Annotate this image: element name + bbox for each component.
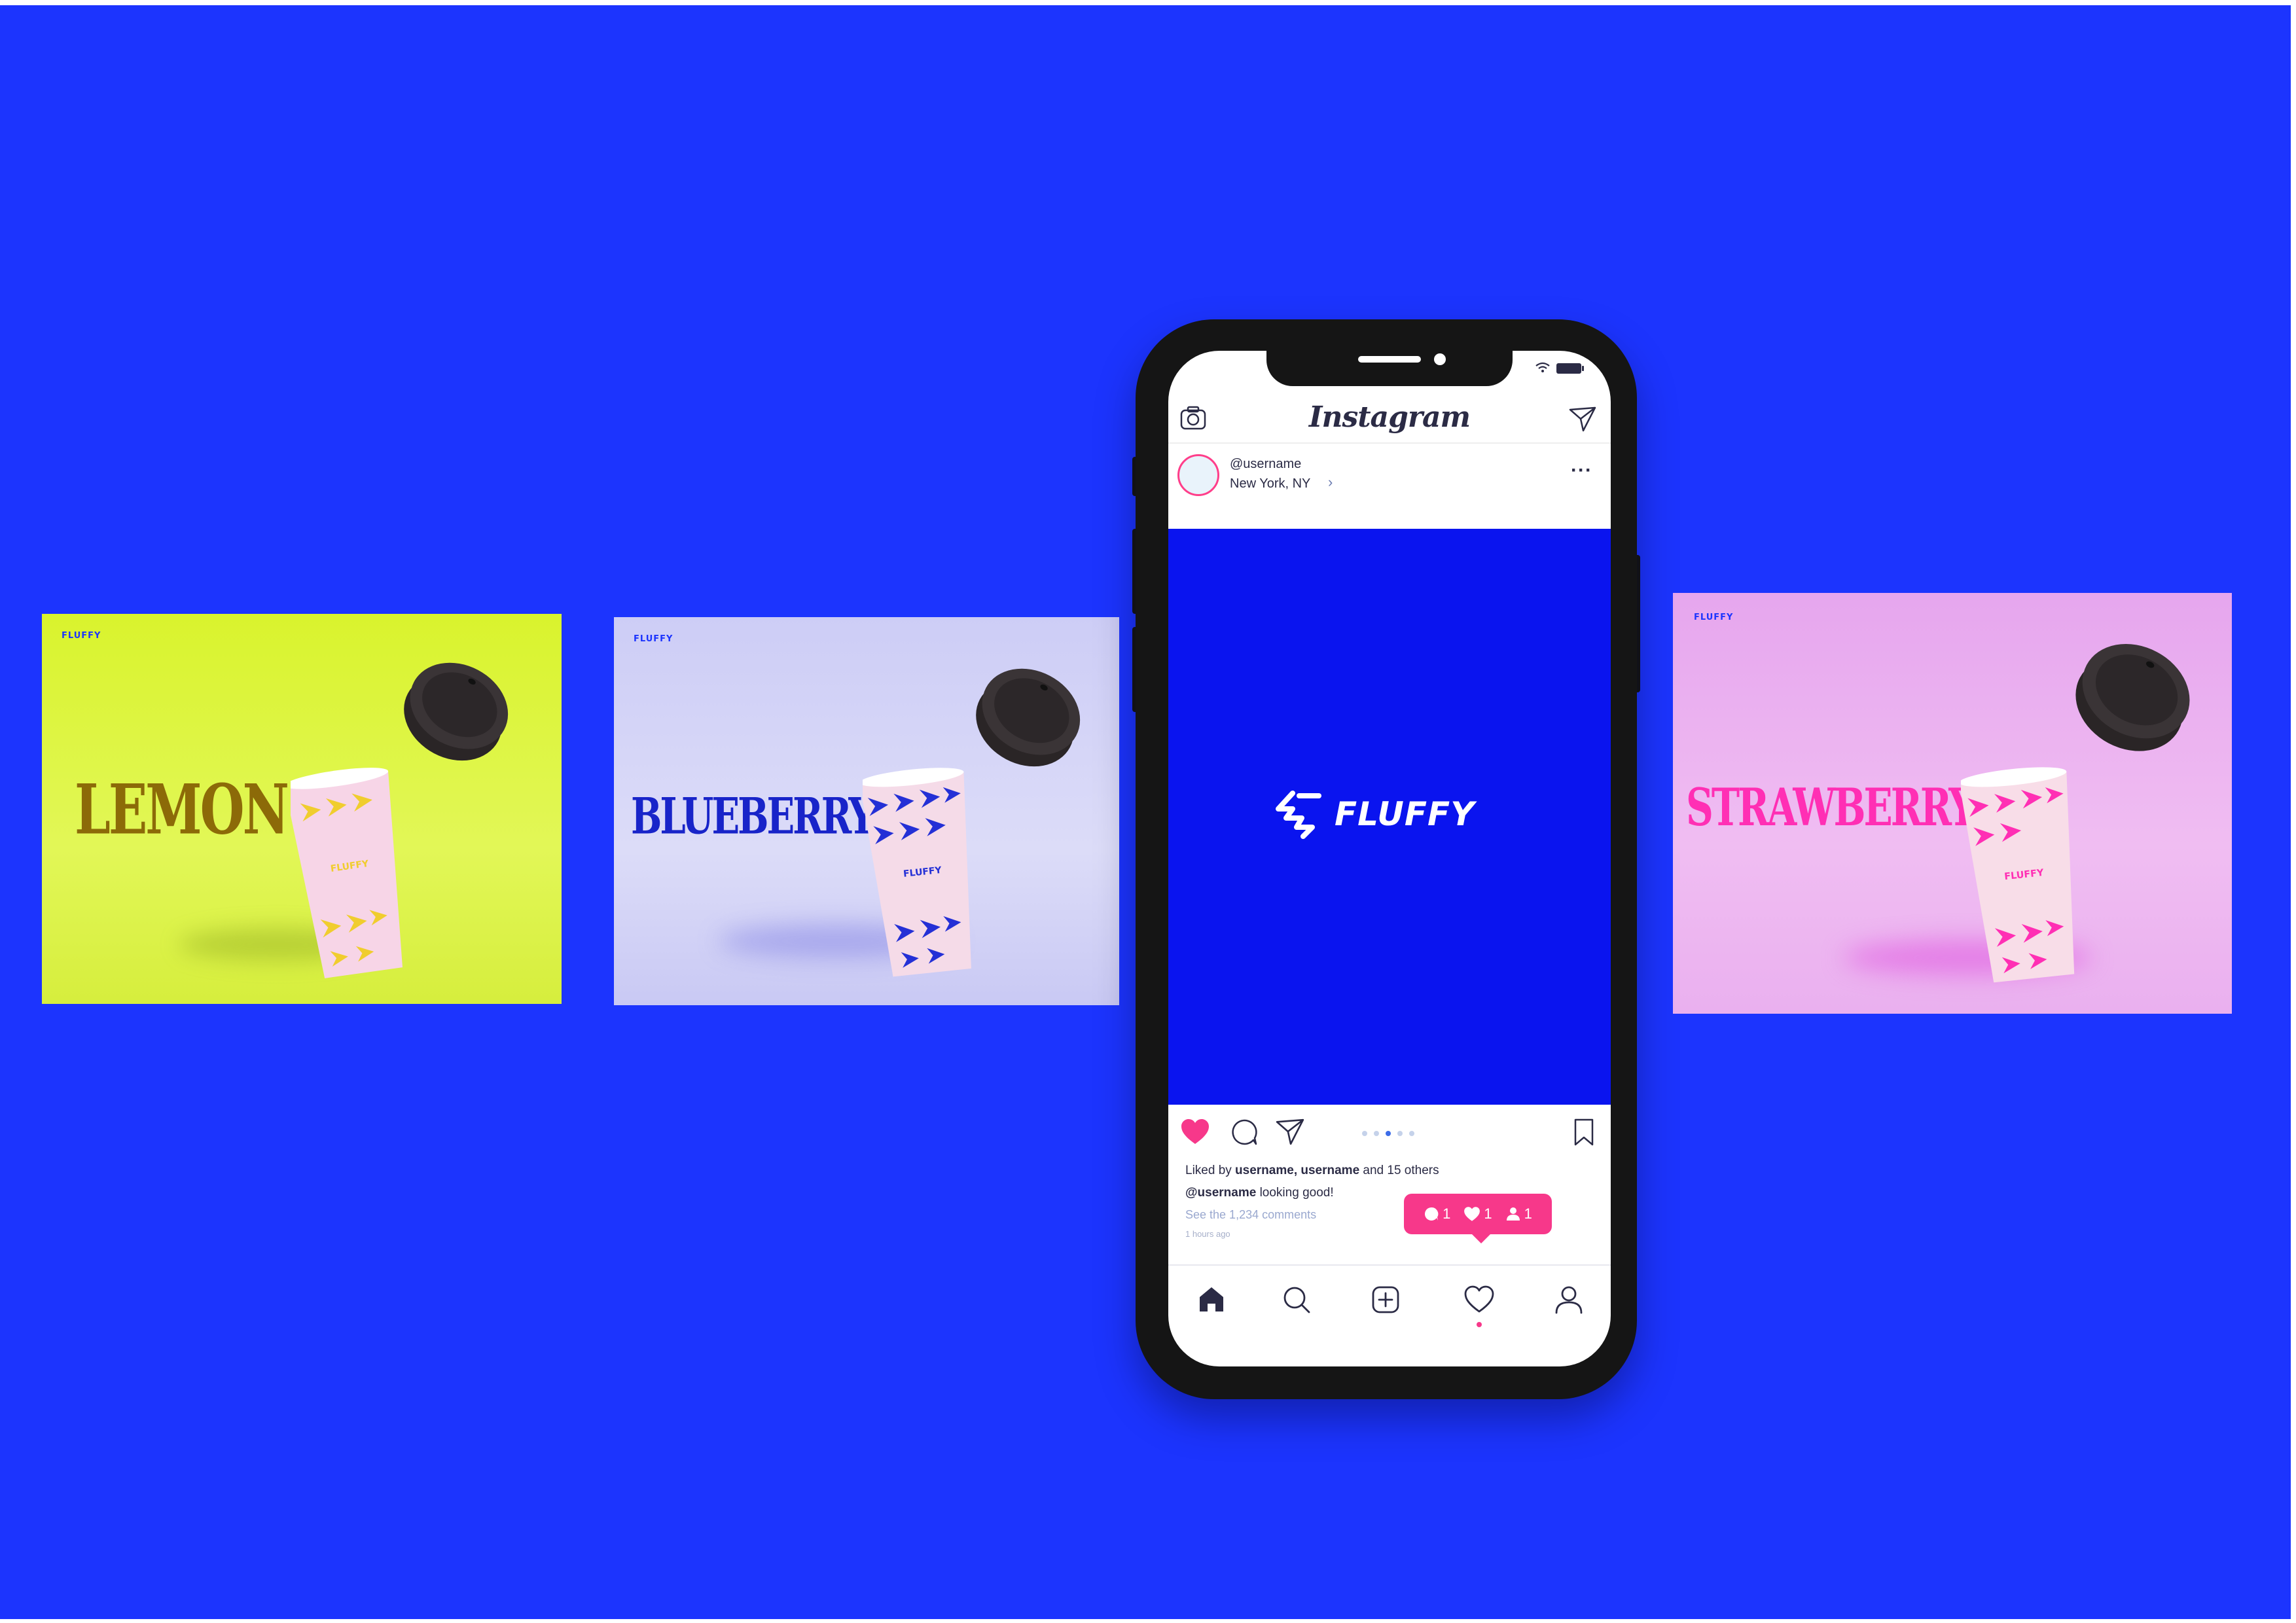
post-caption: @username looking good! [1185, 1186, 1334, 1200]
post-actions [1168, 1115, 1611, 1154]
activity-notification-bubble[interactable]: 1 1 1 [1404, 1194, 1552, 1243]
front-camera [1434, 353, 1446, 365]
carousel-indicator [1362, 1131, 1414, 1136]
post-timestamp: 1 hours ago [1185, 1229, 1230, 1239]
heart-filled-icon[interactable] [1180, 1118, 1210, 1145]
user-icon [1506, 1207, 1520, 1221]
bottom-tab-bar [1168, 1264, 1611, 1366]
notif-likes: 1 [1463, 1205, 1492, 1222]
view-comments-link[interactable]: See the 1,234 comments [1185, 1208, 1316, 1222]
post-brand-text: FLUFFY [1335, 795, 1475, 833]
heart-icon [1464, 1207, 1480, 1221]
cup-lid [404, 662, 509, 761]
phone-screen: Instagram @username New York, NY › ··· F… [1168, 351, 1611, 1366]
phone-mockup: Instagram @username New York, NY › ··· F… [1136, 319, 1637, 1399]
activity-indicator-dot [1477, 1322, 1482, 1327]
paper-cup: FLUFFY [1961, 767, 2075, 983]
app-header: Instagram [1168, 390, 1611, 444]
bookmark-icon[interactable] [1573, 1118, 1595, 1147]
card-brand-logo: FLUFFY [1694, 613, 1734, 622]
paper-cup: FLUFFY [291, 768, 403, 978]
post-location[interactable]: New York, NY [1230, 476, 1310, 491]
speaker-grille [1358, 356, 1421, 363]
comment-icon[interactable] [1230, 1118, 1259, 1147]
fluffy-logo-icon [1276, 791, 1321, 839]
strawberry-card: FLUFFY STRAWBERRY FLUFFY [1673, 593, 2232, 1014]
search-icon[interactable] [1282, 1285, 1311, 1314]
flavor-title: BLUEBERRY [631, 787, 875, 846]
home-icon[interactable] [1197, 1285, 1226, 1313]
notif-comments: 1 [1424, 1205, 1450, 1222]
phone-notch [1266, 351, 1513, 386]
cup-lid [976, 668, 1081, 767]
more-options-icon[interactable]: ··· [1571, 459, 1592, 482]
send-icon[interactable] [1569, 406, 1596, 432]
profile-icon[interactable] [1554, 1285, 1583, 1314]
flavor-title: STRAWBERRY [1686, 777, 1976, 838]
lemon-card: FLUFFY LEMON FLUFFY [42, 614, 562, 1004]
post-header: @username New York, NY › ··· [1168, 444, 1611, 513]
flavor-title: LEMON [75, 770, 289, 850]
comment-bubble-icon [1425, 1207, 1439, 1221]
artboard-background: FLUFFY LEMON FLUFFY FLUFFY BLUEBERRY FLU… [0, 5, 2291, 1619]
wifi-icon [1535, 362, 1550, 372]
blueberry-card: FLUFFY BLUEBERRY FLUFFY [614, 617, 1119, 1005]
avatar[interactable] [1177, 454, 1219, 496]
liked-by-text[interactable]: Liked by username, username and 15 other… [1185, 1164, 1439, 1178]
add-post-icon[interactable] [1371, 1285, 1400, 1314]
notif-followers: 1 [1505, 1205, 1532, 1222]
card-brand-logo: FLUFFY [62, 631, 101, 641]
paper-cup: FLUFFY [863, 768, 971, 977]
battery-icon [1556, 363, 1584, 374]
post-image[interactable]: FLUFFY [1168, 529, 1611, 1105]
chevron-right-icon: › [1328, 474, 1333, 490]
share-icon[interactable] [1276, 1118, 1304, 1145]
post-username[interactable]: @username [1230, 457, 1301, 472]
card-brand-logo: FLUFFY [634, 634, 673, 644]
post-brand-logo: FLUFFY [1273, 789, 1475, 839]
cup-lid [2075, 644, 2190, 751]
app-logo: Instagram [1308, 401, 1471, 434]
activity-heart-icon[interactable] [1464, 1285, 1494, 1313]
